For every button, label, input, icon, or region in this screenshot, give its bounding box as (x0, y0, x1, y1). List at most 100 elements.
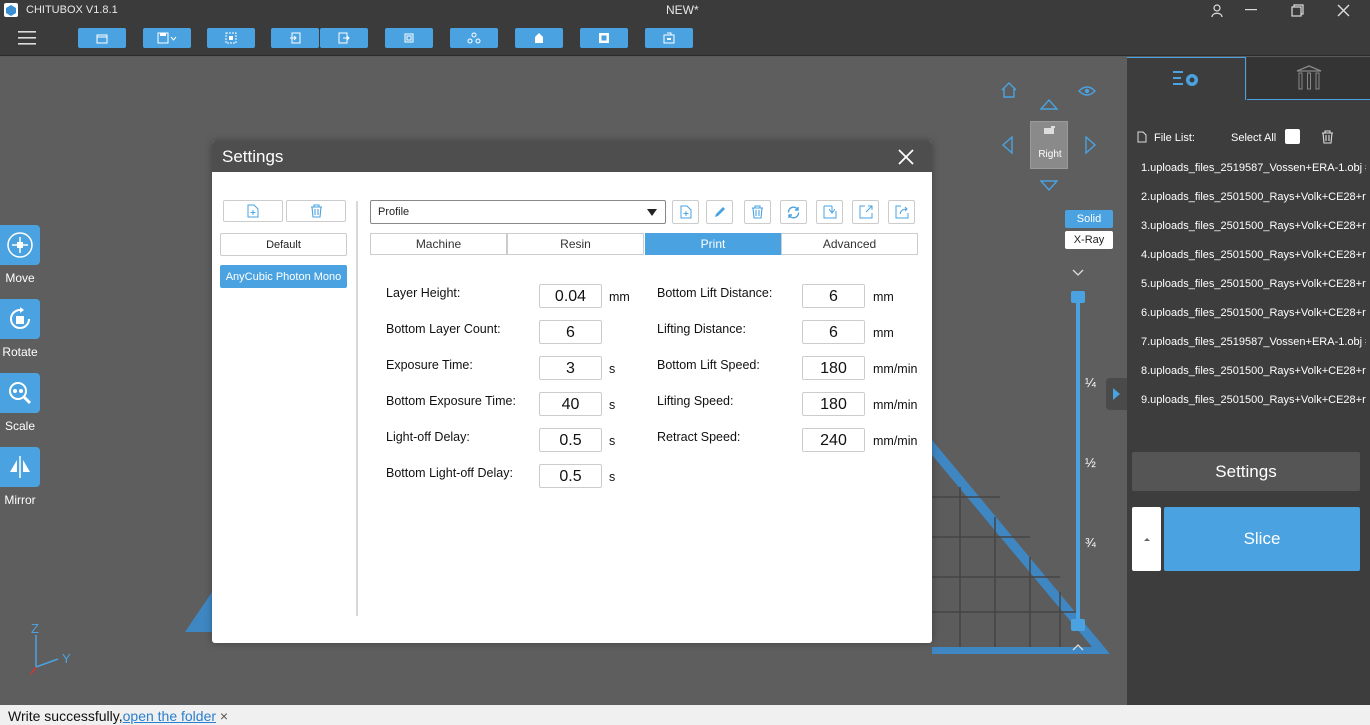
import-icon (290, 32, 301, 44)
slice-button[interactable]: Slice (1164, 507, 1360, 571)
chevron-up-icon[interactable] (1072, 643, 1084, 651)
settings-toolbar-button[interactable] (580, 28, 628, 48)
file-list-item[interactable]: 4.uploads_files_2501500_Rays+Volk+CE28+r… (1141, 249, 1366, 261)
export-profile-button[interactable] (852, 200, 879, 224)
new-profile-file-button[interactable] (672, 200, 699, 224)
dialog-close-icon[interactable] (895, 146, 917, 168)
slider-mark-half: ½ (1085, 455, 1096, 470)
view-cube[interactable]: Right (1030, 121, 1068, 169)
save-button[interactable] (143, 28, 191, 48)
tab-supports[interactable] (1247, 57, 1370, 100)
new-profile-button[interactable] (223, 200, 283, 222)
bottom-layer-count-input[interactable]: 6 (539, 320, 602, 344)
bottom-exposure-time-input[interactable]: 40 (539, 392, 602, 416)
field-unit: s (609, 434, 616, 448)
scale-label: Scale (4, 419, 36, 433)
view-right-arrow-icon[interactable] (1084, 135, 1098, 155)
share-profile-button[interactable] (888, 200, 915, 224)
bottom-light-off-delay-input[interactable]: 0.5 (539, 464, 602, 488)
hamburger-menu-icon[interactable] (16, 28, 38, 48)
status-message: Write successfully, (8, 708, 123, 724)
xray-view-button[interactable]: X-Ray (1065, 231, 1113, 249)
light-off-delay-input[interactable]: 0.5 (539, 428, 602, 452)
status-close-icon[interactable]: × (220, 708, 228, 724)
tab-resin[interactable]: Resin (507, 233, 644, 255)
lifting-distance-input[interactable]: 6 (802, 320, 865, 344)
field-label: Bottom Layer Count: (386, 322, 501, 336)
field-label: Light-off Delay: (386, 430, 470, 444)
tab-object-settings[interactable] (1127, 57, 1246, 100)
minimize-button[interactable] (1231, 0, 1271, 20)
file-list-item[interactable]: 6.uploads_files_2501500_Rays+Volk+CE28+r… (1141, 307, 1366, 319)
scale-tool[interactable]: Scale (0, 373, 40, 433)
file-list-item[interactable]: 5.uploads_files_2501500_Rays+Volk+CE28+r… (1141, 278, 1366, 290)
solid-view-button[interactable]: Solid (1065, 210, 1113, 228)
file-list-item[interactable]: 1.uploads_files_2519587_Vossen+ERA-1.obj… (1141, 162, 1366, 174)
support-button[interactable] (450, 28, 498, 48)
profile-dropdown[interactable]: Profile (370, 200, 666, 224)
home-view-icon[interactable] (1000, 81, 1018, 99)
slider-mark-three-quarter: ¾ (1085, 535, 1096, 550)
move-tool[interactable]: Move (0, 225, 40, 285)
trash-icon (310, 204, 322, 218)
open-folder-link[interactable]: open the folder (123, 708, 216, 724)
mirror-icon (10, 456, 30, 478)
lifting-speed-input[interactable]: 180 (802, 392, 865, 416)
rotate-label: Rotate (2, 345, 38, 359)
pencil-icon (714, 207, 725, 217)
field-label: Exposure Time: (386, 358, 473, 372)
mirror-tool[interactable]: Mirror (0, 447, 40, 507)
move-icon (7, 232, 33, 258)
chevron-down-icon[interactable] (1072, 269, 1084, 277)
delete-profile-button[interactable] (286, 200, 346, 222)
file-list-item[interactable]: 7.uploads_files_2519587_Vossen+ERA-1.obj… (1141, 336, 1366, 348)
eye-icon[interactable] (1078, 84, 1096, 98)
tab-advanced[interactable]: Advanced (781, 233, 918, 255)
copy-button[interactable] (385, 28, 433, 48)
file-list-item[interactable]: 9.uploads_files_2501500_Rays+Volk+CE28+r… (1141, 394, 1366, 406)
view-down-arrow-icon[interactable] (1039, 179, 1059, 193)
panel-collapse-tab[interactable] (1106, 378, 1127, 410)
select-all-tool-button[interactable] (207, 28, 255, 48)
bottom-lift-distance-input[interactable]: 6 (802, 284, 865, 308)
layer-slider-top-handle[interactable] (1071, 291, 1085, 303)
window-close-button[interactable] (1323, 0, 1363, 20)
layer-slider-track[interactable] (1076, 297, 1080, 627)
refresh-profile-button[interactable] (780, 200, 807, 224)
profile-item-default[interactable]: Default (220, 233, 347, 256)
delete-profile-icon-button[interactable] (744, 200, 771, 224)
layer-height-input[interactable]: 0.04 (539, 284, 602, 308)
tab-machine[interactable]: Machine (370, 233, 507, 255)
import-button[interactable] (271, 28, 319, 48)
file-list-item[interactable]: 2.uploads_files_2501500_Rays+Volk+CE28+r… (1141, 191, 1366, 203)
open-file-button[interactable] (78, 28, 126, 48)
layer-slider-bottom-handle[interactable] (1071, 619, 1085, 631)
view-up-arrow-icon[interactable] (1039, 97, 1059, 111)
trash-icon (752, 205, 763, 219)
rotate-tool[interactable]: Rotate (0, 299, 40, 359)
file-list-item[interactable]: 3.uploads_files_2501500_Rays+Volk+CE28+r… (1141, 220, 1366, 232)
profile-item-anycubic[interactable]: AnyCubic Photon Mono (220, 265, 347, 288)
restore-button[interactable] (1277, 0, 1317, 20)
tab-print[interactable]: Print (645, 233, 781, 255)
file-list-item[interactable]: 8.uploads_files_2501500_Rays+Volk+CE28+r… (1141, 365, 1366, 377)
hollow-icon (535, 33, 543, 43)
hollow-button[interactable] (515, 28, 563, 48)
retract-speed-input[interactable]: 240 (802, 428, 865, 452)
user-icon (1211, 3, 1223, 17)
field-unit: mm/min (873, 362, 918, 376)
import-icon (823, 205, 836, 219)
trash-icon[interactable] (1321, 130, 1334, 144)
bottom-lift-speed-input[interactable]: 180 (802, 356, 865, 380)
import-profile-button[interactable] (816, 200, 843, 224)
export-button[interactable] (320, 28, 368, 48)
view-left-arrow-icon[interactable] (1000, 135, 1014, 155)
slice-options-button[interactable] (1132, 507, 1161, 571)
settings-button[interactable]: Settings (1132, 452, 1360, 491)
exposure-time-input[interactable]: 3 (539, 356, 602, 380)
select-all-checkbox[interactable] (1285, 129, 1300, 144)
edit-profile-button[interactable] (706, 200, 733, 224)
print-button[interactable] (645, 28, 693, 48)
select-icon (225, 32, 237, 44)
settings-dialog: Settings Default AnyCubic Photon Mono Pr… (212, 141, 932, 643)
